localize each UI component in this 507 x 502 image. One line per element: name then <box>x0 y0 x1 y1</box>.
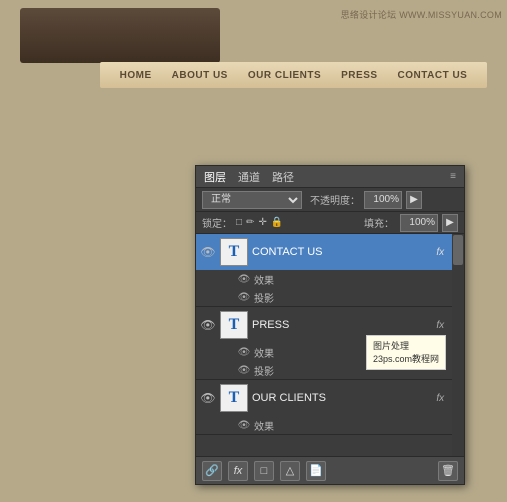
tab-paths[interactable]: 路径 <box>272 169 294 185</box>
fill-label: 填充： <box>364 215 394 230</box>
tooltip-box: 图片处理 23ps.com教程网 <box>366 335 446 370</box>
layers-panel: 图层 通道 路径 ≡ 正常 不透明度： ▶ 锁定： □ ✏ ✛ 🔒 填充： ▶ … <box>195 165 465 485</box>
lock-icon-pen[interactable]: ✏ <box>246 217 254 228</box>
layer-press-thumb: T <box>220 311 248 339</box>
layer-clients-name: OUR CLIENTS <box>252 392 432 404</box>
layer-row-contact: 👁 T CONTACT US fx ▲ 👁 效果 👁 投影 <box>196 234 464 307</box>
layer-contact-shadow-label: 投影 <box>254 290 274 305</box>
layer-clients-effects-label: 效果 <box>254 418 274 433</box>
tooltip-line1: 图片处理 <box>373 340 439 353</box>
layer-press-name: PRESS <box>252 319 432 331</box>
new-group-button[interactable]: △ <box>280 461 300 481</box>
opacity-label: 不透明度： <box>310 192 360 207</box>
layer-contact-thumb: T <box>220 238 248 266</box>
new-layer-button[interactable]: 📄 <box>306 461 326 481</box>
add-mask-button[interactable]: □ <box>254 461 274 481</box>
banner-ribbon <box>20 8 220 63</box>
panel-menu-icon[interactable]: ≡ <box>450 171 456 182</box>
tab-channels[interactable]: 通道 <box>238 169 260 185</box>
watermark: 思络设计论坛 WWW.MISSYUAN.COM <box>341 8 502 21</box>
layer-press-eye[interactable]: 👁 <box>200 317 216 333</box>
lock-label: 锁定： <box>202 215 232 230</box>
opacity-arrow[interactable]: ▶ <box>406 191 422 209</box>
layer-clients-main[interactable]: 👁 T OUR CLIENTS fx ▲ <box>196 380 464 416</box>
link-layers-button[interactable]: 🔗 <box>202 461 222 481</box>
panel-bottom-toolbar: 🔗 fx □ △ 📄 🗑 <box>196 456 464 484</box>
fill-arrow[interactable]: ▶ <box>442 214 458 232</box>
nav-item-about[interactable]: ABOUT US <box>172 70 228 81</box>
add-style-button[interactable]: fx <box>228 461 248 481</box>
scroll-thumb[interactable] <box>453 235 463 265</box>
blend-opacity-row: 正常 不透明度： ▶ <box>196 188 464 212</box>
scroll-track[interactable] <box>452 234 464 456</box>
nav-item-press[interactable]: PRESS <box>341 70 377 81</box>
layer-contact-main[interactable]: 👁 T CONTACT US fx ▲ <box>196 234 464 270</box>
nav-item-clients[interactable]: OUR CLIENTS <box>248 70 321 81</box>
layer-row-press: 👁 T PRESS fx ▲ 👁 效果 👁 投影 图片处理 23ps.com教程… <box>196 307 464 380</box>
layer-clients-sub-eye[interactable]: 👁 <box>238 419 250 431</box>
layer-clients-thumb: T <box>220 384 248 412</box>
layer-clients-eye[interactable]: 👁 <box>200 390 216 406</box>
navigation-bar: HOME ABOUT US OUR CLIENTS PRESS CONTACT … <box>100 62 487 88</box>
fill-input[interactable] <box>400 214 438 232</box>
tab-layers[interactable]: 图层 <box>204 169 226 185</box>
layer-contact-sub-effects: 👁 效果 <box>196 270 464 288</box>
nav-item-home[interactable]: HOME <box>120 70 152 81</box>
layer-contact-fx[interactable]: fx <box>436 247 444 258</box>
opacity-input[interactable] <box>364 191 402 209</box>
layer-contact-name: CONTACT US <box>252 246 432 258</box>
layer-contact-eye[interactable]: 👁 <box>200 244 216 260</box>
lock-icon-box[interactable]: □ <box>236 217 242 228</box>
delete-layer-button[interactable]: 🗑 <box>438 461 458 481</box>
lock-fill-row: 锁定： □ ✏ ✛ 🔒 填充： ▶ <box>196 212 464 234</box>
lock-icon-move[interactable]: ✛ <box>258 217 266 228</box>
layer-clients-fx[interactable]: fx <box>436 393 444 404</box>
layer-row-clients: 👁 T OUR CLIENTS fx ▲ 👁 效果 <box>196 380 464 435</box>
nav-item-contact[interactable]: CONTACT US <box>398 70 468 81</box>
layer-contact-sub-eye1[interactable]: 👁 <box>238 273 250 285</box>
layer-clients-sub-effects: 👁 效果 <box>196 416 464 434</box>
layer-press-sub-eye1[interactable]: 👁 <box>238 346 250 358</box>
canvas-area: 思络设计论坛 WWW.MISSYUAN.COM HOME ABOUT US OU… <box>0 0 507 95</box>
layer-press-shadow-label: 投影 <box>254 363 274 378</box>
panel-header: 图层 通道 路径 ≡ <box>196 166 464 188</box>
layer-press-sub-eye2[interactable]: 👁 <box>238 364 250 376</box>
layer-press-effects-label: 效果 <box>254 345 274 360</box>
lock-icon-lock[interactable]: 🔒 <box>271 217 283 228</box>
layer-contact-effects-label: 效果 <box>254 272 274 287</box>
layer-contact-sub-eye2[interactable]: 👁 <box>238 291 250 303</box>
layer-press-fx[interactable]: fx <box>436 320 444 331</box>
tooltip-line2: 23ps.com教程网 <box>373 353 439 366</box>
layer-contact-sub-shadow: 👁 投影 <box>196 288 464 306</box>
blend-mode-dropdown[interactable]: 正常 <box>202 191 302 209</box>
layers-list: 👁 T CONTACT US fx ▲ 👁 效果 👁 投影 👁 T PRESS … <box>196 234 464 452</box>
